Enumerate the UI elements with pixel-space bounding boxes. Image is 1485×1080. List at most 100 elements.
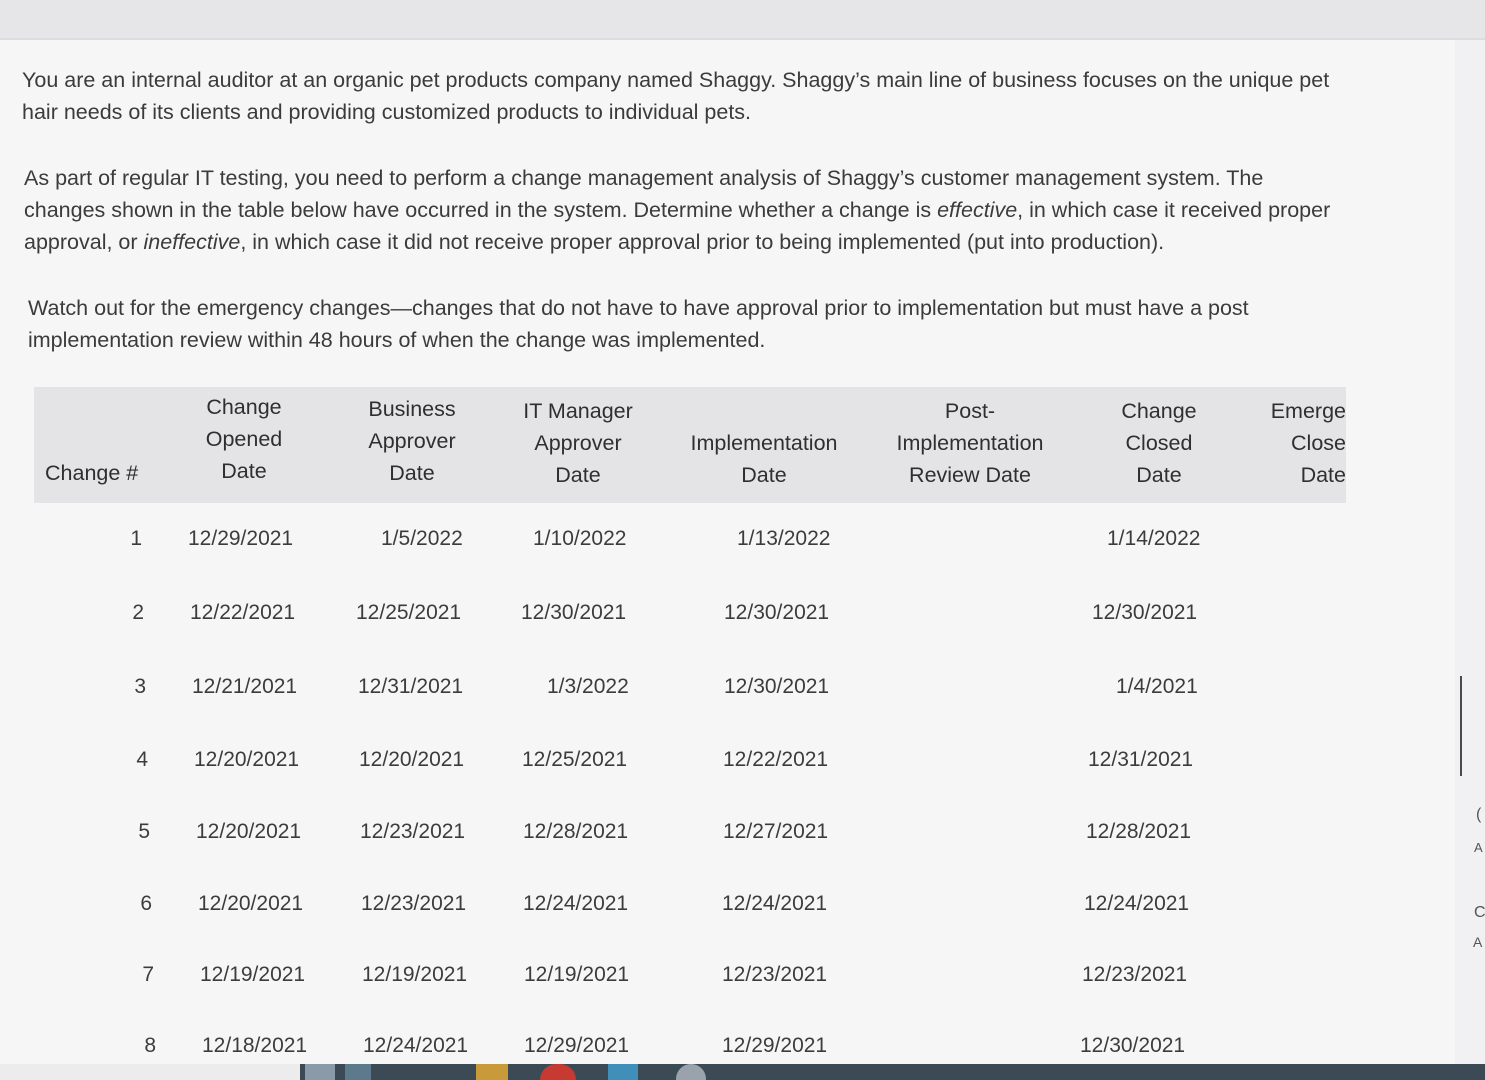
change-closed-date: 1/14/2022	[1107, 527, 1201, 550]
opened-date: 12/29/2021	[188, 527, 294, 550]
header-line: Business	[368, 397, 456, 421]
header-it-manager-approver-date: IT Manager Approver Date	[508, 387, 648, 503]
business-approver-date: 12/23/2021	[361, 892, 467, 915]
header-line: Opened	[205, 427, 283, 451]
implementation-date: 12/22/2021	[723, 748, 829, 771]
table-row: 1 12/29/2021 1/5/2022 1/10/2022 1/13/202…	[34, 527, 1346, 567]
table-row: 3 12/21/2021 12/31/2021 1/3/2022 12/30/2…	[34, 675, 1346, 715]
business-approver-date: 1/5/2022	[381, 527, 463, 550]
change-number: 7	[142, 963, 154, 986]
header-change-closed-date: Change Closed Date	[1094, 387, 1224, 503]
opened-date: 12/20/2021	[194, 748, 300, 771]
business-approver-date: 12/31/2021	[358, 675, 464, 698]
header-line: Close	[1291, 431, 1346, 455]
header-implementation-date: Implementation Date	[674, 387, 854, 503]
header-line: Change	[1121, 399, 1197, 423]
intro-paragraph-2: As part of regular IT testing, you need …	[24, 162, 1344, 258]
opened-date: 12/18/2021	[202, 1034, 308, 1057]
header-line: Implementation	[896, 431, 1044, 455]
header-emergency-close-date: Emerge Close Date	[1256, 387, 1346, 503]
edge-glyph-4: A	[1473, 934, 1483, 950]
taskbar-icon-1[interactable]	[305, 1064, 335, 1080]
table-row: 5 12/20/2021 12/23/2021 12/28/2021 12/27…	[34, 820, 1346, 860]
header-line: Date	[1300, 463, 1346, 487]
implementation-date: 12/30/2021	[724, 601, 830, 624]
edge-glyph-3: C	[1474, 904, 1485, 921]
header-change-number-label: Change #	[45, 461, 139, 485]
ineffective-term: ineffective	[143, 230, 241, 254]
header-line: Approver	[368, 429, 456, 453]
header-line: Date	[221, 459, 267, 483]
change-closed-date: 12/24/2021	[1084, 892, 1190, 915]
p2-text-c: , in which case it did not receive prope…	[240, 230, 1165, 254]
top-strip	[0, 0, 1485, 40]
opened-date: 12/20/2021	[198, 892, 304, 915]
it-manager-approver-date: 12/30/2021	[521, 601, 627, 624]
it-manager-approver-date: 12/19/2021	[524, 963, 630, 986]
scrollbar[interactable]	[1460, 676, 1462, 776]
change-closed-date: 1/4/2021	[1116, 675, 1198, 698]
table-row: 2 12/22/2021 12/25/2021 12/30/2021 12/30…	[34, 601, 1346, 641]
header-business-approver-date: Business Approver Date	[352, 387, 472, 503]
change-number: 5	[138, 820, 150, 843]
business-approver-date: 12/20/2021	[359, 748, 465, 771]
change-number: 6	[140, 892, 152, 915]
header-line: Date	[555, 463, 601, 487]
it-manager-approver-date: 1/3/2022	[547, 675, 629, 698]
implementation-date: 12/30/2021	[724, 675, 830, 698]
it-manager-approver-date: 12/25/2021	[522, 748, 628, 771]
edge-glyph-2: A	[1474, 840, 1483, 855]
header-line: Change	[206, 395, 282, 419]
header-line: Date	[1136, 463, 1182, 487]
business-approver-date: 12/24/2021	[363, 1034, 469, 1057]
change-closed-date: 12/31/2021	[1088, 748, 1194, 771]
taskbar-icon-5[interactable]	[608, 1064, 638, 1080]
opened-date: 12/19/2021	[200, 963, 306, 986]
change-number: 1	[130, 527, 142, 550]
business-approver-date: 12/23/2021	[360, 820, 466, 843]
intro-paragraph-3: Watch out for the emergency changes—chan…	[28, 296, 1249, 352]
business-approver-date: 12/25/2021	[356, 601, 462, 624]
header-post-implementation-review-date: Post- Implementation Review Date	[880, 387, 1060, 503]
implementation-date: 12/29/2021	[722, 1034, 828, 1057]
table-row: 6 12/20/2021 12/23/2021 12/24/2021 12/24…	[34, 892, 1346, 932]
opened-date: 12/22/2021	[190, 601, 296, 624]
intro-paragraph-1: You are an internal auditor at an organi…	[22, 68, 1330, 124]
implementation-date: 12/27/2021	[723, 820, 829, 843]
it-manager-approver-date: 12/28/2021	[523, 820, 629, 843]
change-number: 4	[136, 748, 148, 771]
opened-date: 12/20/2021	[196, 820, 302, 843]
change-closed-date: 12/28/2021	[1086, 820, 1192, 843]
change-number: 2	[132, 601, 144, 624]
business-approver-date: 12/19/2021	[362, 963, 468, 986]
effective-term: effective	[937, 198, 1018, 222]
header-line: Closed	[1125, 431, 1193, 455]
edge-glyph-1: (	[1476, 806, 1482, 823]
taskbar-icon-3[interactable]	[476, 1064, 508, 1080]
implementation-date: 12/23/2021	[722, 963, 828, 986]
opened-date: 12/21/2021	[192, 675, 298, 698]
table-row: 4 12/20/2021 12/20/2021 12/25/2021 12/22…	[34, 748, 1346, 788]
taskbar-icon-2[interactable]	[345, 1064, 371, 1080]
header-line: Post-	[944, 399, 996, 423]
change-number: 3	[134, 675, 146, 698]
change-closed-date: 12/30/2021	[1092, 601, 1198, 624]
header-line: Implementation	[690, 431, 838, 455]
header-line: Date	[389, 461, 435, 485]
header-line: Emerge	[1270, 399, 1346, 423]
change-closed-date: 12/30/2021	[1080, 1034, 1186, 1057]
header-line: Review Date	[909, 463, 1031, 487]
header-line: Approver	[534, 431, 622, 455]
header-line: Date	[741, 463, 787, 487]
table-header: Change # Change Opened Date Business App…	[34, 387, 1346, 503]
change-number: 8	[144, 1034, 156, 1057]
header-change-number: Change #	[34, 387, 174, 503]
header-opened-date: Change Opened Date	[184, 387, 304, 503]
it-manager-approver-date: 12/29/2021	[524, 1034, 630, 1057]
implementation-date: 12/24/2021	[722, 892, 828, 915]
change-closed-date: 12/23/2021	[1082, 963, 1188, 986]
header-line: IT Manager	[523, 399, 633, 423]
change-table: Change # Change Opened Date Business App…	[34, 387, 1346, 1057]
implementation-date: 1/13/2022	[737, 527, 831, 550]
it-manager-approver-date: 1/10/2022	[533, 527, 627, 550]
